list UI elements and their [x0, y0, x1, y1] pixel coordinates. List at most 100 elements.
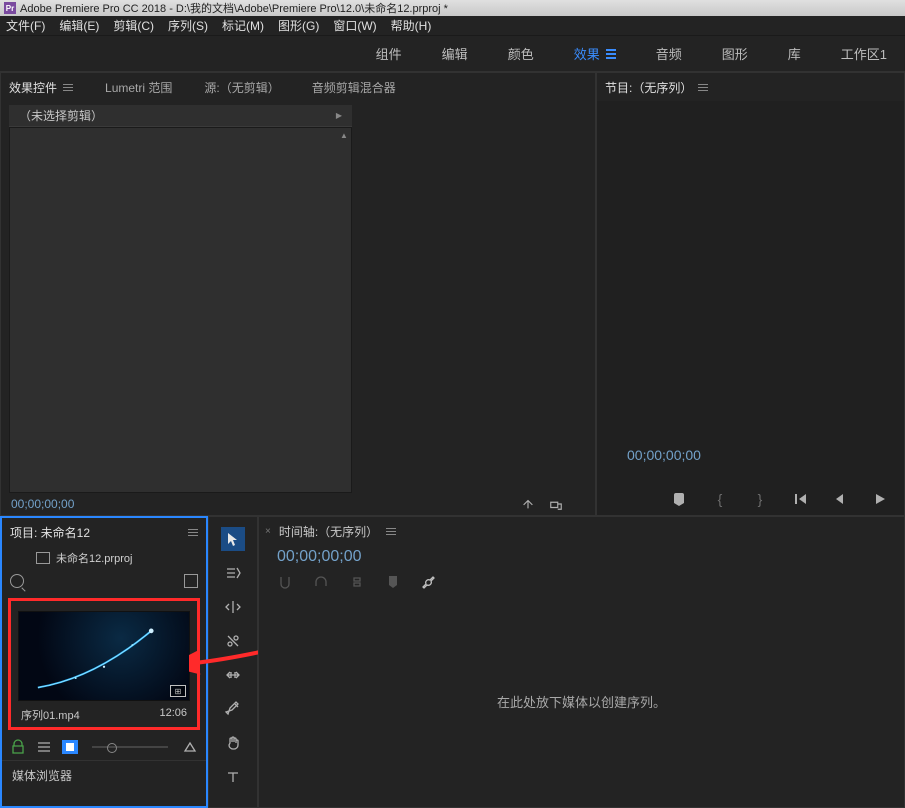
write-lock-icon[interactable]: [10, 740, 26, 754]
marker-icon[interactable]: [385, 574, 401, 590]
program-monitor-panel: 节目:（无序列） 00;00;00;00 { }: [596, 72, 905, 516]
ws-effects[interactable]: 效果: [574, 44, 616, 63]
ws-graphics[interactable]: 图形: [722, 44, 748, 63]
playhead-icon[interactable]: ▶: [336, 111, 342, 120]
ws-effects-label: 效果: [574, 44, 600, 63]
source-panel-tabs: 效果控件 Lumetri 范围 源:（无剪辑） 音频剪辑混合器: [1, 73, 595, 101]
tab-effect-controls[interactable]: 效果控件: [9, 79, 73, 96]
menu-sequence[interactable]: 序列(S): [168, 17, 208, 34]
tab-effect-controls-label: 效果控件: [9, 79, 57, 96]
pen-tool[interactable]: [221, 697, 245, 721]
menu-graphic[interactable]: 图形(G): [278, 17, 319, 34]
timeline-toolbar: [259, 570, 904, 596]
panel-menu-icon[interactable]: [63, 84, 73, 91]
bracket-left-icon[interactable]: {: [712, 491, 728, 507]
timeline-timecode: 00;00;00;00: [259, 546, 904, 570]
new-bin-icon[interactable]: [184, 574, 198, 588]
timeline-panel-tabs: × 时间轴:（无序列）: [259, 517, 904, 546]
icon-view-icon[interactable]: [62, 740, 78, 754]
ws-audio[interactable]: 音频: [656, 44, 682, 63]
track-select-tool[interactable]: [221, 561, 245, 585]
linked-selection-icon[interactable]: [349, 574, 365, 590]
project-panel: 项目: 未命名12 未命名12.prproj: [0, 516, 208, 808]
slip-tool[interactable]: [221, 663, 245, 687]
program-transport: { }: [597, 483, 904, 515]
hand-tool[interactable]: [221, 731, 245, 755]
program-timecode: 00;00;00;00: [597, 427, 904, 483]
clip-name: 序列01.mp4: [21, 707, 80, 723]
ripple-edit-tool[interactable]: [221, 595, 245, 619]
app-icon: Pr: [4, 2, 16, 14]
type-tool[interactable]: [221, 765, 245, 789]
close-panel-icon[interactable]: ×: [265, 526, 271, 537]
menu-marker[interactable]: 标记(M): [222, 17, 264, 34]
source-transport: 00;00;00;00: [1, 493, 595, 515]
timeline-panel: × 时间轴:（无序列） 00;00;00;00 在此处放下媒体以创建序列。: [258, 516, 905, 808]
annotation-red-box: ⊞ 序列01.mp4 12:06: [8, 598, 200, 730]
project-file-name: 未命名12.prproj: [56, 550, 132, 566]
tab-lumetri[interactable]: Lumetri 范围: [105, 79, 172, 96]
timeline-drop-zone[interactable]: 在此处放下媒体以创建序列。: [259, 596, 904, 807]
ws-assembly[interactable]: 组件: [376, 44, 402, 63]
snap-icon[interactable]: [277, 574, 293, 590]
tab-program-label: 节目:（无序列）: [605, 79, 692, 96]
search-icon[interactable]: [10, 574, 24, 588]
ws-editing[interactable]: 编辑: [442, 44, 468, 63]
scroll-up-icon[interactable]: ▲: [337, 128, 351, 142]
program-panel-menu-icon[interactable]: [698, 84, 708, 91]
menu-clip[interactable]: 剪辑(C): [113, 17, 154, 34]
workspace-tabs: 组件 编辑 颜色 效果 音频 图形 库 工作区1: [0, 36, 905, 72]
project-panel-menu-icon[interactable]: [188, 529, 198, 536]
tab-source[interactable]: 源:（无剪辑）: [204, 79, 279, 96]
media-browser-tab[interactable]: 媒体浏览器: [2, 760, 206, 790]
play-icon[interactable]: [872, 491, 888, 507]
effect-controls-body: ▲: [9, 127, 352, 493]
toggle-loop-icon[interactable]: [521, 497, 535, 511]
bracket-right-icon[interactable]: }: [752, 491, 768, 507]
program-monitor-body: 00;00;00;00 { }: [597, 101, 904, 515]
title-bar: Pr Adobe Premiere Pro CC 2018 - D:\我的文档\…: [0, 0, 905, 16]
tab-timeline[interactable]: 时间轴:（无序列）: [279, 523, 378, 540]
auto-match-icon[interactable]: [182, 740, 198, 754]
thumbnail-graphic: [19, 612, 189, 697]
project-file-row: 未命名12.prproj: [2, 546, 206, 570]
settings-icon[interactable]: [421, 574, 437, 590]
source-panel-group: 效果控件 Lumetri 范围 源:（无剪辑） 音频剪辑混合器 （未选择剪辑） …: [0, 72, 596, 516]
selection-tool[interactable]: [221, 527, 245, 551]
tool-strip: [208, 516, 258, 808]
project-toolbar: [2, 734, 206, 760]
razor-tool[interactable]: [221, 629, 245, 653]
tab-audio-mixer[interactable]: 音频剪辑混合器: [312, 79, 396, 96]
zoom-slider[interactable]: [92, 746, 168, 748]
ws-color[interactable]: 颜色: [508, 44, 534, 63]
menu-file[interactable]: 文件(F): [6, 17, 45, 34]
search-input[interactable]: [30, 581, 178, 582]
list-view-icon[interactable]: [36, 740, 52, 754]
project-search-row: [2, 570, 206, 592]
menu-bar: 文件(F) 编辑(E) 剪辑(C) 序列(S) 标记(M) 图形(G) 窗口(W…: [0, 16, 905, 36]
program-panel-tabs: 节目:（无序列）: [597, 73, 904, 101]
mark-in-icon[interactable]: [672, 491, 688, 507]
timeline-panel-menu-icon[interactable]: [386, 528, 396, 535]
effect-controls-header: （未选择剪辑） ▶: [9, 105, 352, 127]
step-back-icon[interactable]: [832, 491, 848, 507]
go-to-in-icon[interactable]: [792, 491, 808, 507]
export-frame-icon[interactable]: [549, 497, 563, 511]
ws-workspace1[interactable]: 工作区1: [841, 44, 887, 63]
ws-library[interactable]: 库: [788, 44, 801, 63]
menu-help[interactable]: 帮助(H): [391, 17, 432, 34]
ws-effects-menu-icon[interactable]: [606, 49, 616, 59]
magnet-icon[interactable]: [313, 574, 329, 590]
clip-duration: 12:06: [159, 707, 187, 723]
effect-controls-header-text: （未选择剪辑）: [19, 107, 103, 124]
clip-caption: 序列01.mp4 12:06: [15, 705, 193, 725]
source-timecode: 00;00;00;00: [11, 497, 74, 511]
clip-thumbnail[interactable]: ⊞: [18, 611, 190, 701]
timeline-drop-hint: 在此处放下媒体以创建序列。: [497, 692, 666, 711]
tab-project[interactable]: 项目: 未命名12: [10, 524, 90, 541]
menu-window[interactable]: 窗口(W): [333, 17, 376, 34]
tab-program[interactable]: 节目:（无序列）: [605, 79, 708, 96]
menu-edit[interactable]: 编辑(E): [59, 17, 99, 34]
project-panel-tabs: 项目: 未命名12: [2, 518, 206, 546]
window-title: Adobe Premiere Pro CC 2018 - D:\我的文档\Ado…: [20, 0, 448, 16]
